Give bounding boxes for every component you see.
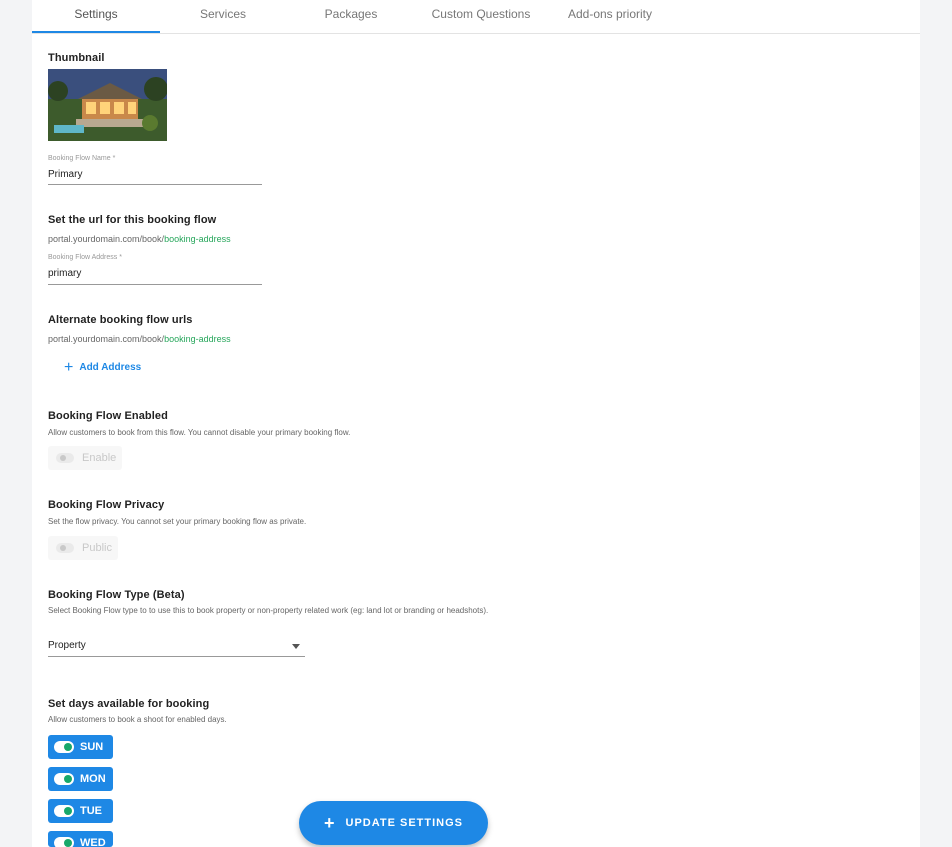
tab-packages[interactable]: Packages — [286, 0, 416, 33]
day-toggle-sun[interactable]: SUN — [48, 735, 113, 759]
toggle-on-icon — [54, 805, 74, 817]
day-label: WED — [80, 837, 106, 847]
add-address-label: Add Address — [79, 362, 142, 373]
enabled-title: Booking Flow Enabled — [48, 410, 168, 422]
days-hint: Allow customers to book a shoot for enab… — [48, 715, 227, 724]
update-settings-button[interactable]: + UPDATE SETTINGS — [299, 801, 488, 845]
day-toggle-wed[interactable]: WED — [48, 831, 113, 847]
toggle-switch-icon — [56, 453, 74, 463]
privacy-toggle-label: Public — [82, 542, 112, 554]
enable-toggle[interactable]: Enable — [48, 446, 122, 470]
url-section-title: Set the url for this booking flow — [48, 214, 217, 226]
toggle-on-icon — [54, 741, 74, 753]
add-address-button[interactable]: + Add Address — [64, 358, 142, 376]
privacy-toggle[interactable]: Public — [48, 536, 118, 560]
flow-address-underline — [48, 284, 262, 285]
day-toggle-mon[interactable]: MON — [48, 767, 113, 791]
days-title: Set days available for booking — [48, 698, 210, 710]
thumbnail-image[interactable] — [48, 69, 167, 141]
plus-icon: + — [324, 813, 336, 833]
day-label: TUE — [80, 805, 102, 817]
enable-toggle-label: Enable — [82, 452, 117, 464]
url-prefix: portal.yourdomain.com/book/ — [48, 234, 165, 244]
privacy-hint: Set the flow privacy. You cannot set you… — [48, 517, 307, 526]
url-suffix: booking-address — [164, 234, 231, 244]
day-label: SUN — [80, 741, 104, 753]
house-photo-icon — [48, 69, 167, 141]
alternate-urls-title: Alternate booking flow urls — [48, 314, 193, 326]
update-settings-label: UPDATE SETTINGS — [345, 817, 463, 829]
flow-name-label: Booking Flow Name * — [48, 155, 116, 162]
chevron-down-icon — [292, 644, 300, 649]
flow-type-underline — [48, 656, 305, 657]
tab-custom-questions[interactable]: Custom Questions — [416, 0, 546, 33]
flow-address-input[interactable]: primary — [48, 268, 81, 279]
toggle-on-icon — [54, 837, 74, 847]
tab-add-ons-priority[interactable]: Add-ons priority — [546, 0, 674, 33]
flow-address-label: Booking Flow Address * — [48, 254, 122, 261]
enabled-hint: Allow customers to book from this flow. … — [48, 428, 351, 437]
flow-name-input[interactable]: Primary — [48, 169, 82, 180]
toggle-switch-icon — [56, 543, 74, 553]
tab-settings[interactable]: Settings — [32, 0, 160, 33]
alternate-url-preview: portal.yourdomain.com/book/booking-addre… — [48, 334, 231, 344]
flow-type-selected: Property — [48, 640, 86, 651]
flow-type-select[interactable]: Property — [48, 638, 305, 656]
plus-icon: + — [64, 358, 74, 376]
flow-name-underline — [48, 184, 262, 185]
alternate-url-prefix: portal.yourdomain.com/book/ — [48, 334, 165, 344]
tab-bar: Settings Services Packages Custom Questi… — [32, 0, 920, 34]
tab-services[interactable]: Services — [160, 0, 286, 33]
flow-type-hint: Select Booking Flow type to to use this … — [48, 606, 489, 615]
day-label: MON — [80, 773, 106, 785]
thumbnail-title: Thumbnail — [48, 52, 105, 64]
alternate-url-suffix: booking-address — [164, 334, 231, 344]
privacy-title: Booking Flow Privacy — [48, 499, 165, 511]
settings-card: Thumbnail Booking Flow Name * Primary Se… — [32, 34, 920, 847]
flow-type-title: Booking Flow Type (Beta) — [48, 589, 185, 601]
url-preview: portal.yourdomain.com/book/booking-addre… — [48, 234, 231, 244]
day-toggle-tue[interactable]: TUE — [48, 799, 113, 823]
toggle-on-icon — [54, 773, 74, 785]
